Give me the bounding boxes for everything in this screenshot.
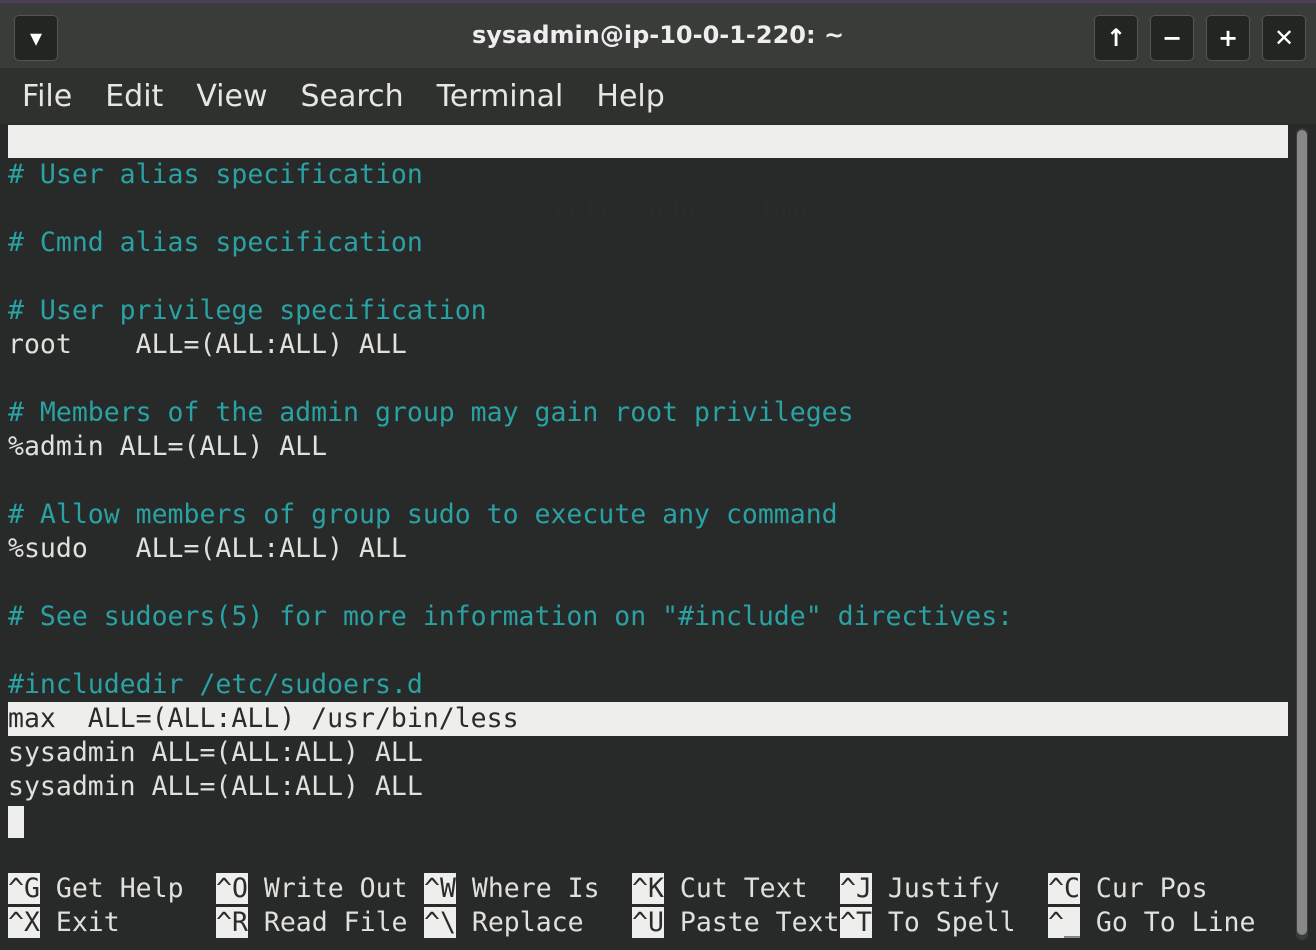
code-line: root ALL=(ALL:ALL) ALL (8, 329, 407, 360)
shortcut-key: ^X (8, 907, 40, 938)
shortcut-label: Read File (263, 907, 408, 938)
shortcut-key: ^G (8, 873, 40, 904)
menu-file[interactable]: File (22, 79, 72, 114)
menu-edit[interactable]: Edit (105, 79, 163, 114)
maximize-button[interactable]: + (1206, 15, 1250, 61)
shortcut-label: Exit (55, 907, 120, 938)
menu-bar: File Edit View Search Terminal Help (0, 68, 1316, 124)
code-line: max ALL=(ALL:ALL) /usr/bin/less (8, 702, 1288, 736)
shortcut-key: ^W (424, 873, 456, 904)
shortcut-item[interactable]: ^U Paste Text (632, 906, 839, 940)
code-line: %admin ALL=(ALL) ALL (8, 431, 328, 462)
shortcut-label: Replace (471, 907, 584, 938)
menu-terminal[interactable]: Terminal (437, 79, 564, 114)
nano-header: GNU nano 4.8 /etc/sudoers.tmp (8, 125, 1288, 225)
shortcut-key: ^K (632, 873, 664, 904)
shortcut-item[interactable]: ^O Write Out (216, 872, 407, 906)
menu-help[interactable]: Help (596, 79, 664, 114)
comment-line: # See sudoers(5) for more information on… (8, 601, 1014, 632)
shortcut-label: Go To Line (1095, 907, 1256, 938)
shortcut-key: ^U (632, 907, 664, 938)
nano-editor[interactable]: GNU nano 4.8 /etc/sudoers.tmp # User ali… (8, 124, 1288, 944)
shortcut-item[interactable]: ^G Get Help (8, 872, 184, 906)
shortcut-label: To Spell (887, 907, 1016, 938)
menu-search[interactable]: Search (301, 79, 404, 114)
shortcut-label: Write Out (263, 873, 408, 904)
close-icon: ✕ (1273, 24, 1295, 52)
shortcut-key: ^C (1048, 873, 1080, 904)
shortcut-item[interactable]: ^T To Spell (840, 906, 1016, 940)
comment-line: #includedir /etc/sudoers.d (8, 669, 423, 700)
shortcut-key: ^\ (424, 907, 456, 938)
close-button[interactable]: ✕ (1262, 15, 1306, 61)
code-line: %sudo ALL=(ALL:ALL) ALL (8, 533, 407, 564)
shortcut-key: ^R (216, 907, 248, 938)
shortcut-item[interactable]: ^J Justify (840, 872, 1000, 906)
scrollbar-thumb[interactable] (1297, 130, 1307, 935)
comment-line: # User alias specification (8, 159, 423, 190)
shortcut-item[interactable]: ^W Where Is (424, 872, 600, 906)
keep-above-button[interactable]: ↑ (1094, 15, 1138, 61)
comment-line: # User privilege specification (8, 295, 487, 326)
shortcut-label: Where Is (471, 873, 600, 904)
shortcut-label: Cut Text (679, 873, 808, 904)
shortcut-key: ^O (216, 873, 248, 904)
shortcut-key: ^_ (1048, 907, 1080, 938)
shortcut-label: Get Help (55, 873, 184, 904)
code-line: sysadmin ALL=(ALL:ALL) ALL (8, 737, 423, 768)
title-bar: ▾ sysadmin@ip-10-0-1-220: ~ ↑ − + ✕ (0, 0, 1316, 68)
shortcut-key: ^J (840, 873, 872, 904)
minimize-button[interactable]: − (1150, 15, 1194, 61)
shortcut-item[interactable]: ^R Read File (216, 906, 407, 940)
comment-line: # Allow members of group sudo to execute… (8, 499, 838, 530)
comment-line: # Members of the admin group may gain ro… (8, 397, 854, 428)
comment-line: # Cmnd alias specification (8, 227, 423, 258)
arrow-up-icon: ↑ (1105, 24, 1127, 52)
maximize-icon: + (1217, 24, 1239, 52)
minimize-icon: − (1161, 24, 1183, 52)
shortcut-item[interactable]: ^X Exit (8, 906, 120, 940)
shortcut-label: Justify (887, 873, 1000, 904)
menu-view[interactable]: View (196, 79, 267, 114)
shortcut-item[interactable]: ^K Cut Text (632, 872, 808, 906)
code-line: sysadmin ALL=(ALL:ALL) ALL (8, 771, 423, 802)
shortcut-label: Paste Text (679, 907, 840, 938)
shortcut-label: Cur Pos (1095, 873, 1208, 904)
shortcut-item[interactable]: ^_ Go To Line (1048, 906, 1255, 940)
shortcut-item[interactable]: ^C Cur Pos (1048, 872, 1208, 906)
shortcut-item[interactable]: ^\ Replace (424, 906, 584, 940)
shortcut-key: ^T (840, 907, 872, 938)
text-cursor (8, 806, 24, 838)
